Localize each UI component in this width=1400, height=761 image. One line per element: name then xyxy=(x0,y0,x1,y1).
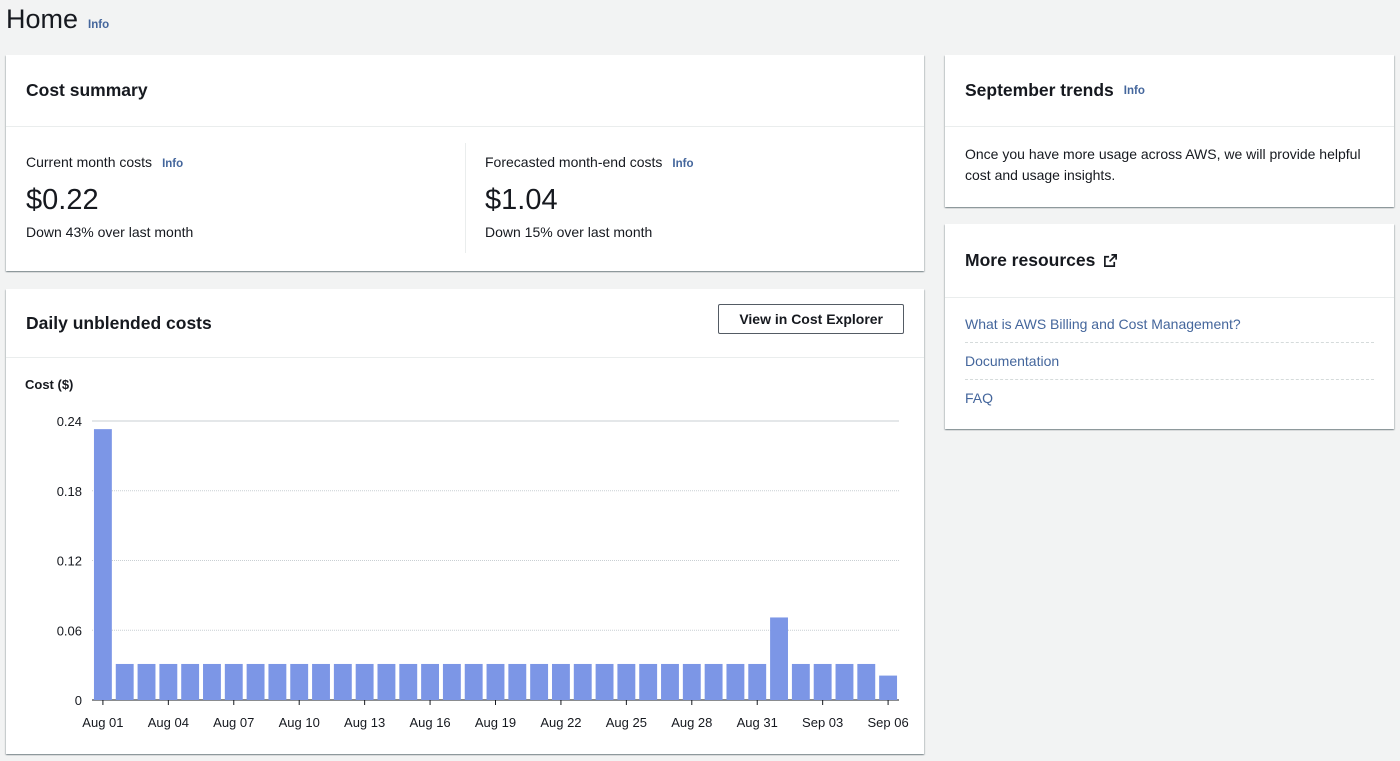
y-tick-label: 0.12 xyxy=(57,554,82,569)
bar-aug-07[interactable] xyxy=(224,663,243,700)
forecast-metric: Forecasted month-end costs Info $1.04 Do… xyxy=(465,127,924,270)
bar-aug-22[interactable] xyxy=(551,663,570,700)
bar-aug-09[interactable] xyxy=(268,663,287,700)
bar-aug-23[interactable] xyxy=(573,663,592,700)
x-tick-label: Aug 19 xyxy=(475,715,516,730)
trends-header: September trends Info xyxy=(945,55,1394,127)
current-month-metric: Current month costs Info $0.22 Down 43% … xyxy=(6,127,465,270)
x-tick-label: Aug 25 xyxy=(606,715,647,730)
bar-aug-14[interactable] xyxy=(377,663,396,700)
more-resources-panel: More resources What is AWS Billing and C… xyxy=(945,224,1394,429)
forecast-change: Down 15% over last month xyxy=(485,224,653,240)
page-header: Home Info xyxy=(6,4,109,35)
bar-aug-19[interactable] xyxy=(486,663,505,700)
x-tick-label: Aug 31 xyxy=(737,715,778,730)
current-month-change: Down 43% over last month xyxy=(26,224,194,240)
bar-aug-21[interactable] xyxy=(530,663,549,700)
bar-aug-15[interactable] xyxy=(399,663,418,700)
cost-summary-title: Cost summary xyxy=(26,80,148,100)
bar-aug-02[interactable] xyxy=(115,663,134,700)
bar-aug-17[interactable] xyxy=(442,663,461,700)
bar-aug-20[interactable] xyxy=(508,663,527,700)
x-tick-label: Aug 07 xyxy=(213,715,254,730)
bar-aug-08[interactable] xyxy=(246,663,265,700)
resources-title: More resources xyxy=(965,250,1096,270)
resource-link-documentation[interactable]: Documentation xyxy=(965,343,1374,380)
bar-aug-30[interactable] xyxy=(726,663,745,700)
bar-aug-27[interactable] xyxy=(661,663,679,700)
bar-aug-18[interactable] xyxy=(464,663,483,700)
external-link-icon[interactable] xyxy=(1103,253,1118,268)
x-tick-label: Aug 04 xyxy=(148,715,189,730)
bar-aug-12[interactable] xyxy=(333,663,352,700)
daily-costs-chart: 0 0.06 0.12 0.18 0.24 Aug 01 Aug 04 Aug 07 Aug 1… xyxy=(57,414,909,730)
bar-aug-05[interactable] xyxy=(181,663,200,700)
x-tick-label: Aug 13 xyxy=(344,715,385,730)
cost-summary-panel: Cost summary Current month costs Info $0… xyxy=(6,55,924,271)
bar-aug-24[interactable] xyxy=(595,663,614,700)
bar-sep-02[interactable] xyxy=(791,663,810,700)
y-tick-label: 0.24 xyxy=(57,414,82,429)
forecast-value: $1.04 xyxy=(485,184,558,216)
page-title: Home xyxy=(6,4,79,34)
bar-aug-31[interactable] xyxy=(748,663,767,700)
bar-sep-05[interactable] xyxy=(857,663,876,700)
bar-aug-26[interactable] xyxy=(639,663,658,700)
current-month-info-link[interactable]: Info xyxy=(162,158,183,170)
bar-aug-28[interactable] xyxy=(682,663,701,700)
trends-message: Once you have more usage across AWS, we … xyxy=(965,146,1361,183)
cost-metrics: Current month costs Info $0.22 Down 43% … xyxy=(6,127,924,270)
resources-header: More resources xyxy=(945,224,1394,298)
current-month-label: Current month costs xyxy=(26,154,153,170)
y-tick-label: 0 xyxy=(75,693,82,708)
trends-title: September trends xyxy=(965,80,1114,100)
y-tick-label: 0.06 xyxy=(57,623,82,638)
resource-link-what-is-billing[interactable]: What is AWS Billing and Cost Management? xyxy=(965,306,1374,343)
bar-aug-04[interactable] xyxy=(159,663,178,700)
bar-aug-01[interactable] xyxy=(93,429,112,700)
resources-list: What is AWS Billing and Cost Management?… xyxy=(945,298,1394,417)
x-tick-label: Aug 01 xyxy=(82,715,123,730)
bar-aug-11[interactable] xyxy=(312,663,330,700)
daily-costs-panel: Daily unblended costs View in Cost Explo… xyxy=(6,289,924,754)
page-info-link[interactable]: Info xyxy=(88,19,109,31)
bar-aug-10[interactable] xyxy=(290,663,309,700)
current-month-value: $0.22 xyxy=(26,184,99,216)
bar-aug-16[interactable] xyxy=(421,663,440,700)
resource-link-faq[interactable]: FAQ xyxy=(965,380,1374,417)
x-tick-label: Sep 06 xyxy=(867,715,908,730)
x-tick-label: Sep 03 xyxy=(802,715,843,730)
bar-aug-25[interactable] xyxy=(617,663,636,700)
x-tick-label: Aug 16 xyxy=(409,715,450,730)
x-tick-label: Aug 28 xyxy=(671,715,712,730)
x-tick-label: Aug 10 xyxy=(279,715,320,730)
cost-summary-header: Cost summary xyxy=(6,55,924,127)
september-trends-panel: September trends Info Once you have more… xyxy=(945,55,1394,207)
bar-sep-03[interactable] xyxy=(813,663,832,700)
bar-aug-13[interactable] xyxy=(355,663,374,700)
trends-info-link[interactable]: Info xyxy=(1124,85,1145,97)
y-tick-label: 0.18 xyxy=(57,484,82,499)
bar-aug-29[interactable] xyxy=(704,663,723,700)
bar-aug-03[interactable] xyxy=(137,663,156,700)
forecast-label: Forecasted month-end costs xyxy=(485,154,663,170)
x-tick-label: Aug 22 xyxy=(540,715,581,730)
bar-sep-04[interactable] xyxy=(835,663,854,700)
bar-sep-06[interactable] xyxy=(879,675,898,700)
bar-aug-06[interactable] xyxy=(203,663,221,700)
forecast-info-link[interactable]: Info xyxy=(672,158,693,170)
bar-sep-01[interactable] xyxy=(770,617,788,700)
